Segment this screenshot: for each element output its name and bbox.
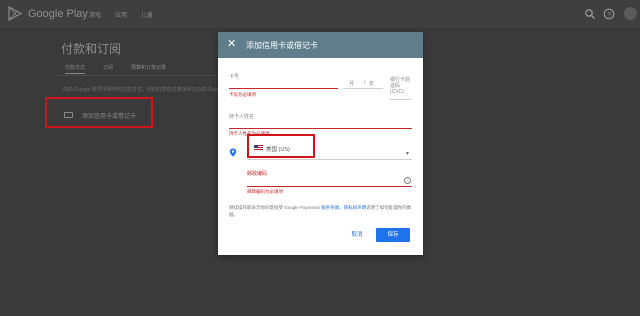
tab-subscriptions[interactable]: 订阅 bbox=[103, 64, 113, 74]
expiry-month-label: 月 bbox=[349, 81, 355, 87]
country-underline bbox=[247, 159, 412, 160]
main-nav: 游戏 应用 儿童 bbox=[89, 10, 153, 19]
card-number-error: 卡号为必填项 bbox=[229, 92, 256, 97]
expiry-year-label: 年 bbox=[369, 81, 375, 87]
help-icon[interactable]: ? bbox=[603, 8, 615, 20]
save-button[interactable]: 保存 bbox=[376, 228, 410, 242]
expiry-input[interactable] bbox=[343, 88, 383, 89]
credit-card-icon bbox=[64, 112, 73, 118]
search-icon[interactable] bbox=[584, 8, 596, 20]
us-flag-icon bbox=[254, 145, 263, 151]
cvc-label: 银行卡验证码 (CVC) bbox=[390, 77, 411, 95]
close-icon[interactable]: ✕ bbox=[227, 38, 236, 50]
terms-prefix: 继续操作即表示你同意接受 Google Payments bbox=[229, 205, 322, 210]
dialog-header: ✕ 添加信用卡或借记卡 bbox=[218, 32, 423, 58]
country-value: 美国 (US) bbox=[266, 147, 290, 153]
terms-of-service-link[interactable]: 服务条款 bbox=[321, 205, 339, 210]
nav-item-kids[interactable]: 儿童 bbox=[141, 10, 153, 19]
chevron-down-icon[interactable]: ▼ bbox=[405, 151, 410, 157]
cardholder-input[interactable] bbox=[229, 128, 412, 129]
svg-text:?: ? bbox=[607, 11, 611, 18]
privacy-notice-link[interactable]: 隐私权声明 bbox=[344, 205, 367, 210]
tab-bar: 付款方式 订阅 预算和订单记录 bbox=[65, 64, 166, 74]
add-card-label: 添加信用卡或借记卡 bbox=[82, 114, 137, 120]
tab-divider bbox=[55, 75, 245, 76]
postal-input[interactable] bbox=[247, 186, 412, 187]
nav-item-apps[interactable]: 应用 bbox=[115, 10, 127, 19]
nav-item-games[interactable]: 游戏 bbox=[89, 10, 101, 19]
dialog-title: 添加信用卡或借记卡 bbox=[246, 41, 318, 50]
cardholder-label: 持卡人姓名 bbox=[229, 114, 255, 120]
google-play-logo-icon[interactable] bbox=[8, 6, 22, 21]
page-title: 付款和订阅 bbox=[61, 42, 122, 56]
expiry-separator: / bbox=[364, 80, 366, 86]
help-circle-icon[interactable]: ? bbox=[404, 177, 411, 184]
cvc-input[interactable] bbox=[390, 99, 412, 100]
terms-text: 继续操作即表示你同意接受 Google Payments 服务条款。隐私权声明说… bbox=[229, 204, 413, 218]
brand-name[interactable]: Google Play bbox=[28, 8, 88, 20]
card-number-label: 卡号 bbox=[229, 74, 240, 80]
tab-budget-history[interactable]: 预算和订单记录 bbox=[131, 64, 166, 74]
postal-error: 邮政编码为必填项 bbox=[247, 189, 283, 194]
tab-payment-methods[interactable]: 付款方式 bbox=[65, 64, 86, 74]
add-card-dialog: ✕ 添加信用卡或借记卡 卡号 卡号为必填项 月 / 年 银行卡验证码 (CVC)… bbox=[218, 32, 423, 255]
location-pin-icon bbox=[229, 148, 237, 157]
add-card-button[interactable]: 添加信用卡或借记卡 bbox=[45, 97, 153, 128]
country-select[interactable]: 美国 (US) bbox=[247, 134, 315, 158]
page-description: 你的 Google 账号中保存的付款方式。你的付款信息将保存在你的 Google… bbox=[63, 87, 241, 93]
card-number-input[interactable] bbox=[229, 88, 338, 89]
cancel-button[interactable]: 取消 bbox=[348, 230, 366, 240]
top-bar: Google Play 游戏 应用 儿童 ? bbox=[0, 0, 640, 28]
avatar-icon[interactable] bbox=[624, 7, 637, 20]
postal-label: 邮政编码 bbox=[247, 171, 268, 177]
